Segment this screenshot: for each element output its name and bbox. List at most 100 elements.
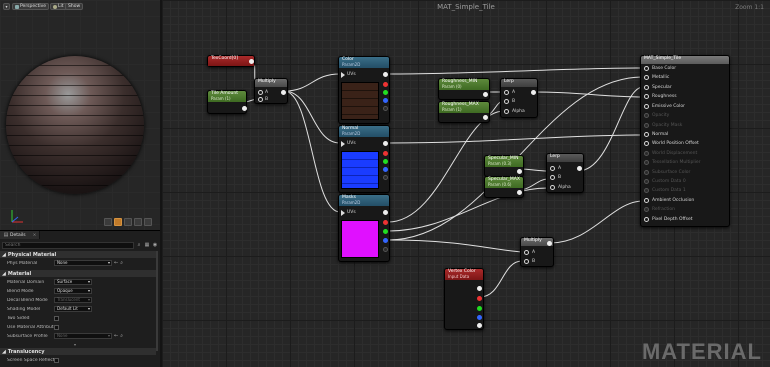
- rgb-output-pin[interactable]: [477, 286, 482, 291]
- details-search-input[interactable]: [2, 241, 134, 249]
- uvs-input-pin[interactable]: [341, 210, 345, 216]
- use-material-attributes-checkbox[interactable]: [54, 324, 59, 330]
- input-pin-b[interactable]: [524, 259, 529, 264]
- search-icon[interactable]: ⌕: [136, 242, 142, 248]
- input-pin-a[interactable]: [550, 166, 555, 171]
- close-icon[interactable]: ×: [33, 233, 37, 238]
- g-output-pin[interactable]: [383, 229, 388, 234]
- material-domain-dropdown[interactable]: Surface ▾: [54, 279, 92, 285]
- output-pin[interactable]: [517, 190, 522, 195]
- input-pin-a[interactable]: [258, 90, 263, 95]
- subsurface-profile-dropdown[interactable]: None ▾: [54, 333, 112, 339]
- r-output-pin[interactable]: [383, 220, 388, 225]
- material-graph-canvas[interactable]: MAT_Simple_Tile Zoom 1:1 TexCoord[0] Til…: [162, 0, 770, 367]
- input-pin-a[interactable]: [504, 90, 509, 95]
- b-output-pin[interactable]: [383, 98, 388, 103]
- translucency-section[interactable]: ◢ Translucency: [0, 348, 156, 355]
- a-output-pin[interactable]: [383, 247, 388, 252]
- teapot-preview-icon[interactable]: [144, 218, 152, 226]
- eye-icon[interactable]: ◉: [152, 242, 158, 248]
- world-position-offset-pin[interactable]: [644, 141, 649, 146]
- sphere-preview-icon[interactable]: [114, 218, 122, 226]
- g-output-pin[interactable]: [477, 306, 482, 311]
- input-pin-a[interactable]: [524, 250, 529, 255]
- input-pin-b[interactable]: [504, 99, 509, 104]
- uvs-input-pin[interactable]: [341, 141, 345, 147]
- specular-min-node[interactable]: Specular_MIN Param (0.3): [484, 155, 524, 177]
- a-output-pin[interactable]: [477, 323, 482, 328]
- show-button[interactable]: Show: [65, 3, 84, 10]
- lerp-roughness-node[interactable]: Lerp A B Alpha: [500, 78, 538, 118]
- specular-pin[interactable]: [644, 85, 649, 90]
- arrow-left-icon[interactable]: ←: [114, 333, 118, 339]
- decal-blend-mode-dropdown[interactable]: Translucent ▾: [54, 297, 92, 303]
- specular-max-node[interactable]: Specular_MAX Param (0.6): [484, 176, 524, 198]
- subsurface-color-pin[interactable]: [644, 170, 649, 175]
- multiply-ao-node[interactable]: Multiply A B: [520, 237, 554, 267]
- vertex-color-node[interactable]: Vertex Color Input Data: [444, 268, 484, 330]
- cylinder-preview-icon[interactable]: [104, 218, 112, 226]
- color-texture-node[interactable]: Color Param2D UVs: [338, 56, 390, 124]
- details-tab[interactable]: ▤ Details ×: [0, 231, 40, 239]
- shading-model-dropdown[interactable]: Default Lit ▾: [54, 306, 92, 312]
- lerp-specular-node[interactable]: Lerp A B Alpha: [546, 153, 584, 193]
- rgb-output-pin[interactable]: [383, 210, 388, 215]
- masks-texture-node[interactable]: Masks Param2D UVs: [338, 194, 390, 262]
- b-output-pin[interactable]: [383, 238, 388, 243]
- output-pin[interactable]: [281, 90, 286, 95]
- a-output-pin[interactable]: [383, 175, 388, 180]
- g-output-pin[interactable]: [383, 159, 388, 164]
- emissive-color-pin[interactable]: [644, 104, 649, 109]
- input-pin-b[interactable]: [258, 97, 263, 102]
- refraction-pin[interactable]: [644, 207, 649, 212]
- browse-icon[interactable]: ⌕: [120, 333, 123, 339]
- output-pin[interactable]: [483, 92, 488, 97]
- normal-pin[interactable]: [644, 132, 649, 137]
- rgb-output-pin[interactable]: [383, 141, 388, 146]
- arrow-left-icon[interactable]: ←: [114, 260, 118, 266]
- b-output-pin[interactable]: [477, 315, 482, 320]
- plane-preview-icon[interactable]: [124, 218, 132, 226]
- ambient-occlusion-pin[interactable]: [644, 198, 649, 203]
- world-displacement-pin[interactable]: [644, 151, 649, 156]
- metallic-pin[interactable]: [644, 75, 649, 80]
- viewport-menu-button[interactable]: ▾: [3, 3, 10, 10]
- input-pin-alpha[interactable]: [504, 109, 509, 114]
- b-output-pin[interactable]: [383, 167, 388, 172]
- opacity-mask-pin[interactable]: [644, 123, 649, 128]
- multiply-node[interactable]: Multiply A B: [254, 78, 288, 104]
- normal-texture-node[interactable]: Normal Param2D UVs: [338, 125, 390, 193]
- a-output-pin[interactable]: [383, 106, 388, 111]
- rgb-output-pin[interactable]: [383, 72, 388, 77]
- custom-data-0-pin[interactable]: [644, 179, 649, 184]
- blend-mode-dropdown[interactable]: Opaque ▾: [54, 288, 92, 294]
- output-pin[interactable]: [249, 59, 254, 64]
- two-sided-checkbox[interactable]: [54, 315, 59, 321]
- tessellation-multiplier-pin[interactable]: [644, 160, 649, 165]
- screen-space-reflections-checkbox[interactable]: [54, 357, 59, 363]
- browse-icon[interactable]: ⌕: [120, 260, 123, 266]
- output-pin[interactable]: [547, 241, 552, 246]
- r-output-pin[interactable]: [383, 151, 388, 156]
- details-scrollbar[interactable]: [156, 251, 158, 351]
- material-section[interactable]: ◢ Material: [0, 270, 156, 277]
- pixel-depth-offset-pin[interactable]: [644, 217, 649, 222]
- output-pin[interactable]: [242, 106, 247, 111]
- phys-material-dropdown[interactable]: None ▾: [54, 260, 112, 266]
- grid-view-icon[interactable]: ▦: [144, 242, 150, 248]
- perspective-button[interactable]: Perspective: [12, 3, 50, 10]
- cube-preview-icon[interactable]: [134, 218, 142, 226]
- preview-viewport[interactable]: ▾ Perspective Lit Show: [0, 0, 160, 230]
- custom-data-1-pin[interactable]: [644, 188, 649, 193]
- r-output-pin[interactable]: [383, 82, 388, 87]
- output-pin[interactable]: [531, 90, 536, 95]
- material-result-node[interactable]: MAT_Simple_Tile Base Color Metallic Spec…: [640, 55, 730, 227]
- output-pin[interactable]: [517, 169, 522, 174]
- output-pin[interactable]: [577, 166, 582, 171]
- opacity-pin[interactable]: [644, 113, 649, 118]
- base-color-pin[interactable]: [644, 66, 649, 71]
- texcoord-node[interactable]: TexCoord[0]: [207, 55, 255, 67]
- input-pin-alpha[interactable]: [550, 185, 555, 190]
- roughness-max-node[interactable]: Roughness_MAX Param (1): [438, 101, 490, 123]
- g-output-pin[interactable]: [383, 90, 388, 95]
